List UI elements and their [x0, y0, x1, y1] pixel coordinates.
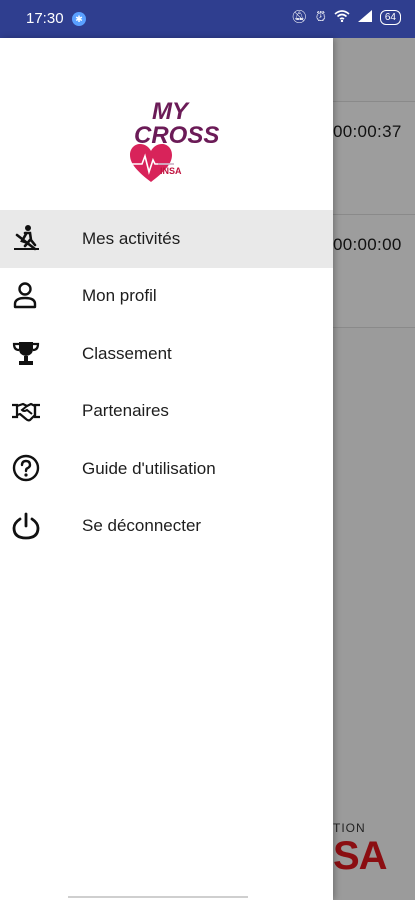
activity-duration: 00:00:00 [333, 235, 402, 254]
menu-label: Classement [82, 343, 172, 363]
signal-icon [357, 9, 372, 25]
trophy-icon [12, 342, 40, 365]
footer-logo: SA [333, 834, 388, 878]
help-circle-icon [12, 454, 40, 482]
navigation-drawer: MY CROSS INSA Mes activités Mon profil C… [0, 38, 333, 900]
background-content: 00:00:37 00:00:00 TION SA [333, 38, 415, 900]
footer-logo-text: TION [333, 821, 366, 835]
status-time: 17:30 [26, 10, 64, 27]
bluetooth-icon: ✱ [72, 12, 86, 26]
handshake-icon [12, 402, 40, 421]
activity-duration: 00:00:37 [333, 122, 402, 141]
skiing-icon [14, 225, 39, 251]
activity-card: 00:00:00 [333, 214, 415, 328]
menu-label: Se déconnecter [82, 516, 202, 536]
heart-icon [130, 144, 174, 182]
menu-label: Guide d'utilisation [82, 458, 216, 478]
menu-item-ranking[interactable]: Classement [0, 325, 333, 383]
status-icons: 🔕︎ ⏰︎ 64 [291, 9, 401, 25]
app-logo: MY CROSS INSA [120, 98, 220, 188]
status-bar: 17:30 ✱ 🔕︎ ⏰︎ 64 [0, 0, 415, 38]
menu-label: Partenaires [82, 401, 169, 421]
power-icon [12, 512, 40, 539]
menu-item-guide[interactable]: Guide d'utilisation [0, 440, 333, 498]
mute-icon: 🔕︎ [291, 9, 308, 24]
menu-label: Mon profil [82, 286, 157, 306]
menu-item-partners[interactable]: Partenaires [0, 383, 333, 441]
person-icon [13, 281, 37, 308]
wifi-icon [334, 9, 350, 25]
menu-item-logout[interactable]: Se déconnecter [0, 498, 333, 556]
menu-label: Mes activités [82, 228, 181, 248]
menu-item-activities[interactable]: Mes activités [0, 210, 333, 268]
menu-item-profile[interactable]: Mon profil [0, 268, 333, 326]
activity-card: 00:00:37 [333, 101, 415, 215]
alarm-icon: ⏰︎ [315, 9, 326, 24]
drawer-menu: Mes activités Mon profil Classement Part… [0, 210, 333, 555]
gesture-handle [68, 896, 248, 898]
logo-badge: INSA [160, 166, 182, 176]
battery-icon: 64 [379, 9, 401, 25]
